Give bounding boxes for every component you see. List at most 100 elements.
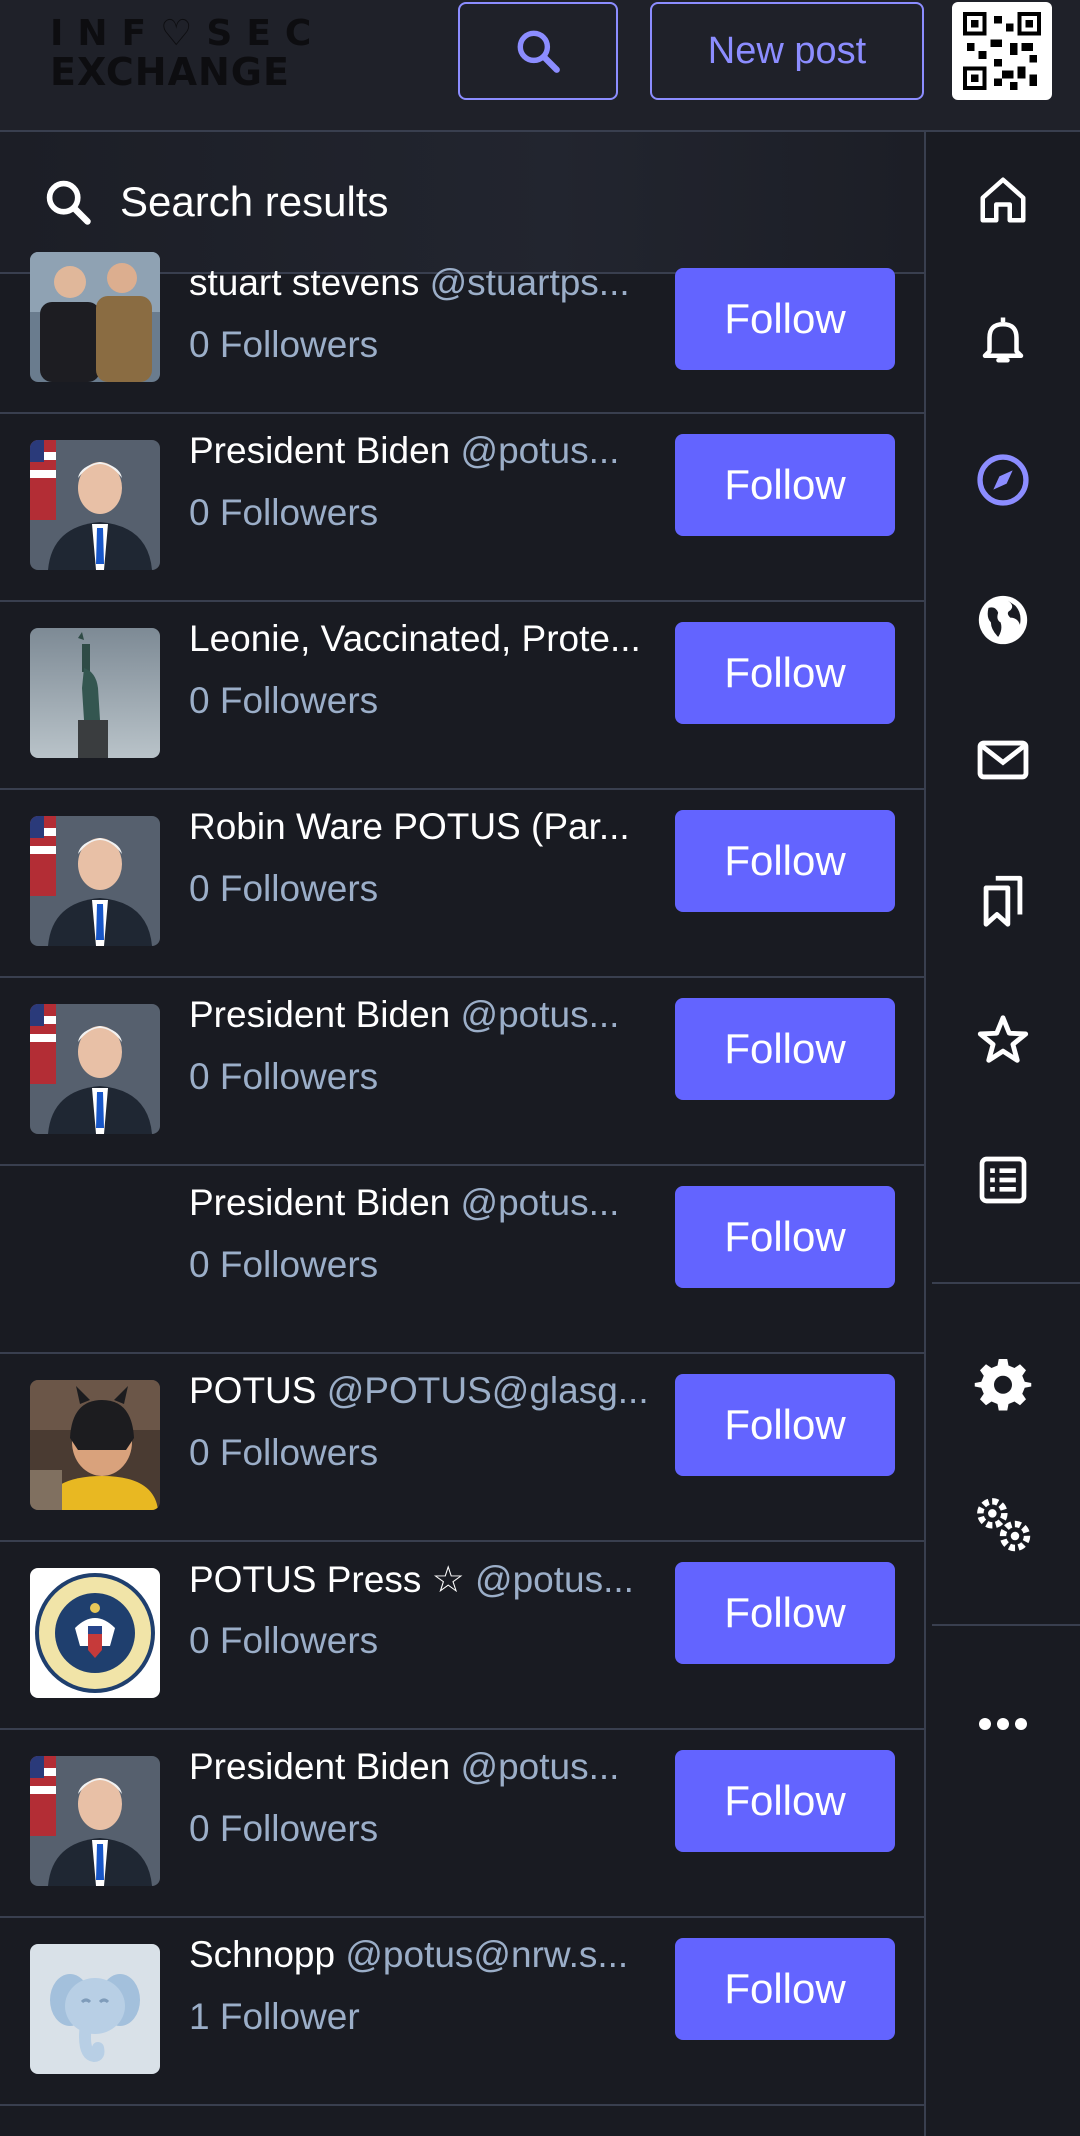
avatar[interactable] xyxy=(30,628,160,758)
navigation-rail xyxy=(926,132,1080,2136)
account-handle: @potus... xyxy=(460,1746,620,1787)
account-display-name: Leonie, Vaccinated, Prote... xyxy=(189,618,641,659)
account-row[interactable]: President Biden @potus... 0 Followers Fo… xyxy=(0,1166,924,1354)
account-name-line[interactable]: President Biden @potus... xyxy=(189,1182,649,1224)
nav-home[interactable] xyxy=(926,150,1080,250)
logo-top-text: INF♡SEC xyxy=(50,13,326,54)
account-handle: @potus... xyxy=(475,1559,634,1600)
follow-button[interactable]: Follow xyxy=(675,434,895,536)
account-name-line[interactable]: POTUS Press ☆ @potus... xyxy=(189,1558,649,1601)
account-display-name: President Biden xyxy=(189,994,451,1035)
account-row[interactable]: President Biden @potus... 0 Followers Fo… xyxy=(0,978,924,1166)
mail-icon xyxy=(977,740,1029,780)
nav-bookmarks[interactable] xyxy=(926,850,1080,950)
nav-favourites[interactable] xyxy=(926,990,1080,1090)
follow-button[interactable]: Follow xyxy=(675,1186,895,1288)
account-row[interactable]: POTUS Press ☆ @potus... 0 Followers Foll… xyxy=(0,1542,924,1730)
avatar[interactable] xyxy=(30,1756,160,1886)
main-column: Search results stuart stevens @stuartps.… xyxy=(0,132,926,2136)
nav-notifications[interactable] xyxy=(926,290,1080,390)
account-row[interactable]: Robin Ware POTUS (Par... 0 Followers Fol… xyxy=(0,790,924,978)
avatar[interactable] xyxy=(30,1192,160,1322)
logo-bottom-text: EXCHANGE xyxy=(50,50,290,94)
follow-button[interactable]: Follow xyxy=(675,1562,895,1664)
followers-count: 0 Followers xyxy=(189,1432,379,1473)
infosec-exchange-logo[interactable]: INF♡SEC EXCHANGE xyxy=(50,14,320,94)
follow-button[interactable]: Follow xyxy=(675,622,895,724)
account-row[interactable]: President Biden @potus... 0 Followers Fo… xyxy=(0,1730,924,1918)
followers-count: 0 Followers xyxy=(189,492,379,533)
account-row[interactable]: stuart stevens @stuartps... 0 Followers … xyxy=(0,248,924,414)
avatar[interactable] xyxy=(30,252,160,382)
account-name-line[interactable]: Robin Ware POTUS (Par... xyxy=(189,806,649,848)
nav-preferences[interactable] xyxy=(926,1334,1080,1434)
account-name-line[interactable]: Leonie, Vaccinated, Prote... xyxy=(189,618,649,660)
account-display-name: POTUS xyxy=(189,1370,317,1411)
nav-divider xyxy=(932,1282,1080,1284)
follow-button[interactable]: Follow xyxy=(675,810,895,912)
nav-live-feeds[interactable] xyxy=(926,570,1080,670)
account-handle: @potus... xyxy=(460,994,620,1035)
followers-count: 0 Followers xyxy=(189,324,379,365)
avatar[interactable] xyxy=(30,1380,160,1510)
account-row[interactable]: POTUS @POTUS@glasg... 0 Followers Follow xyxy=(0,1354,924,1542)
account-name-line[interactable]: stuart stevens @stuartps... xyxy=(189,262,649,304)
nav-explore[interactable] xyxy=(926,430,1080,530)
more-icon xyxy=(979,1718,1027,1730)
followers-count: 0 Followers xyxy=(189,1620,379,1661)
nav-administration[interactable] xyxy=(926,1474,1080,1574)
account-row[interactable]: Leonie, Vaccinated, Prote... 0 Followers… xyxy=(0,602,924,790)
followers-count: 0 Followers xyxy=(189,1244,379,1285)
account-handle: @potus@nrw.s... xyxy=(345,1934,629,1975)
avatar[interactable] xyxy=(30,816,160,946)
avatar[interactable] xyxy=(30,1568,160,1698)
account-display-name: stuart stevens xyxy=(189,262,420,303)
account-name-line[interactable]: President Biden @potus... xyxy=(189,994,649,1036)
account-row[interactable]: Schnopp @potus@nrw.s... 1 Follower Follo… xyxy=(0,1918,924,2106)
follow-button[interactable]: Follow xyxy=(675,1750,895,1852)
account-row[interactable]: President Biden @potus... 0 Followers Fo… xyxy=(0,414,924,602)
account-display-name: POTUS Press ☆ xyxy=(189,1559,465,1600)
gear-icon xyxy=(974,1359,1032,1411)
home-icon xyxy=(980,177,1026,223)
new-post-button[interactable]: New post xyxy=(650,2,924,100)
account-display-name: President Biden xyxy=(189,1746,451,1787)
globe-icon xyxy=(978,595,1028,645)
avatar[interactable] xyxy=(30,1004,160,1134)
follow-button[interactable]: Follow xyxy=(675,268,895,370)
account-handle: @potus... xyxy=(460,430,620,471)
search-icon xyxy=(517,30,560,73)
nav-private-mentions[interactable] xyxy=(926,710,1080,810)
qr-code-icon[interactable] xyxy=(952,2,1052,100)
followers-count: 0 Followers xyxy=(189,680,379,721)
star-icon xyxy=(977,1015,1029,1063)
followers-count: 0 Followers xyxy=(189,868,379,909)
followers-count: 0 Followers xyxy=(189,1808,379,1849)
compass-icon xyxy=(977,454,1029,506)
account-handle: @potus... xyxy=(460,1182,620,1223)
follow-button[interactable]: Follow xyxy=(675,1374,895,1476)
avatar[interactable] xyxy=(30,440,160,570)
list-icon xyxy=(979,1156,1027,1204)
follow-button[interactable]: Follow xyxy=(675,1938,895,2040)
account-name-line[interactable]: President Biden @potus... xyxy=(189,1746,649,1788)
followers-count: 0 Followers xyxy=(189,1056,379,1097)
page-title: Search results xyxy=(120,178,389,225)
search-icon xyxy=(42,176,94,228)
bell-icon xyxy=(982,317,1024,363)
follow-button[interactable]: Follow xyxy=(675,998,895,1100)
account-name-line[interactable]: POTUS @POTUS@glasg... xyxy=(189,1370,649,1412)
account-display-name: Robin Ware POTUS (Par... xyxy=(189,806,630,847)
nav-more[interactable] xyxy=(926,1674,1080,1774)
followers-count: 1 Follower xyxy=(189,1996,360,2037)
account-display-name: Schnopp xyxy=(189,1934,336,1975)
avatar[interactable] xyxy=(30,1944,160,2074)
account-name-line[interactable]: Schnopp @potus@nrw.s... xyxy=(189,1934,649,1976)
nav-lists[interactable] xyxy=(926,1130,1080,1230)
account-display-name: President Biden xyxy=(189,1182,451,1223)
account-name-line[interactable]: President Biden @potus... xyxy=(189,430,649,472)
account-handle: @POTUS@glasg... xyxy=(326,1370,649,1411)
nav-divider xyxy=(932,1624,1080,1626)
search-button[interactable] xyxy=(458,2,618,100)
gears-icon xyxy=(977,1498,1031,1552)
